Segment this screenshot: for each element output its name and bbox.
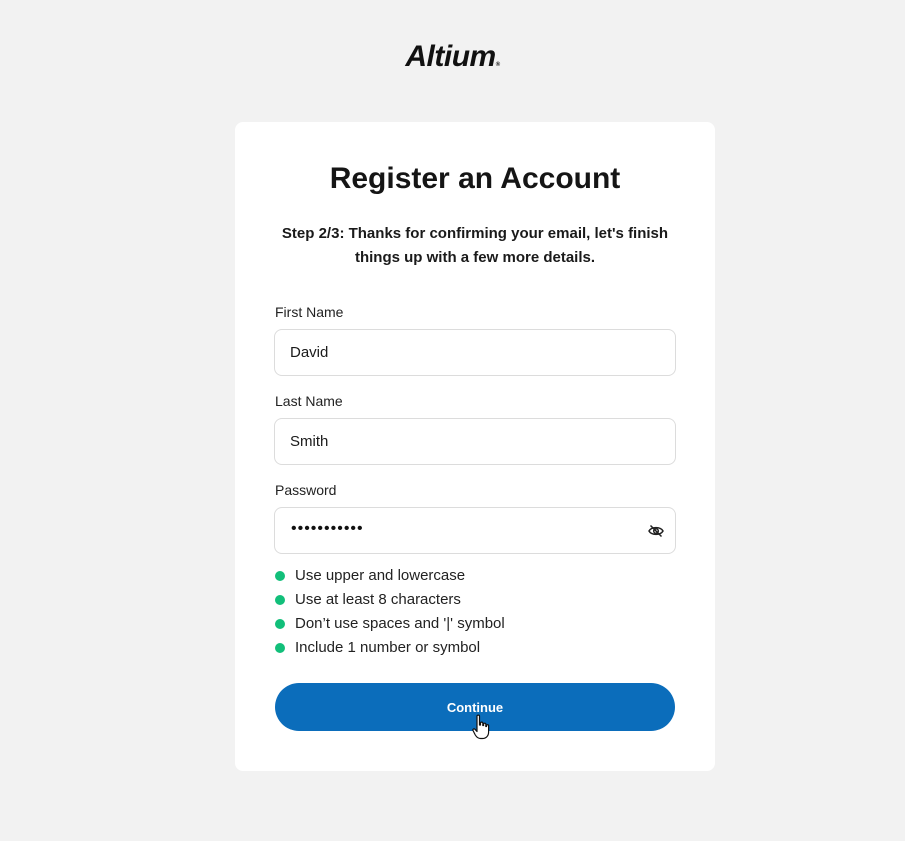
check-dot-icon [275,595,285,605]
password-rule: Include 1 number or symbol [275,636,505,660]
rule-text: Use at least 8 characters [295,591,461,608]
password-rule: Use at least 8 characters [275,588,505,612]
page-title: Register an Account [329,162,621,195]
password-label: Password [275,482,337,498]
last-name-field-box [274,418,676,465]
hand-pointer-icon [472,714,490,740]
rule-text: Use upper and lowercase [295,567,466,584]
eye-off-icon[interactable] [647,522,665,540]
last-name-input[interactable] [290,419,630,464]
check-dot-icon [275,643,285,653]
step-subtitle: Step 2/3: Thanks for confirming your ema… [281,225,669,266]
password-rules-list: Use upper and lowercase Use at least 8 c… [275,564,505,660]
password-rule: Don’t use spaces and '|' symbol [275,612,505,636]
logo-text: Altium [405,40,496,73]
check-dot-icon [275,571,285,581]
first-name-input[interactable] [290,330,630,375]
first-name-label: First Name [275,304,344,320]
register-card: Register an Account Step 2/3: Thanks for… [235,122,715,771]
rule-text: Don’t use spaces and '|' symbol [295,615,505,632]
altium-logo: Altium® [0,40,905,74]
check-dot-icon [275,619,285,629]
password-field[interactable]: ••••••••••• [274,507,676,554]
first-name-field-box [274,329,676,376]
password-masked-value[interactable]: ••••••••••• [291,520,364,538]
rule-text: Include 1 number or symbol [295,639,481,656]
last-name-label: Last Name [275,393,343,409]
password-rule: Use upper and lowercase [275,564,505,588]
logo-trademark: ® [495,62,500,68]
